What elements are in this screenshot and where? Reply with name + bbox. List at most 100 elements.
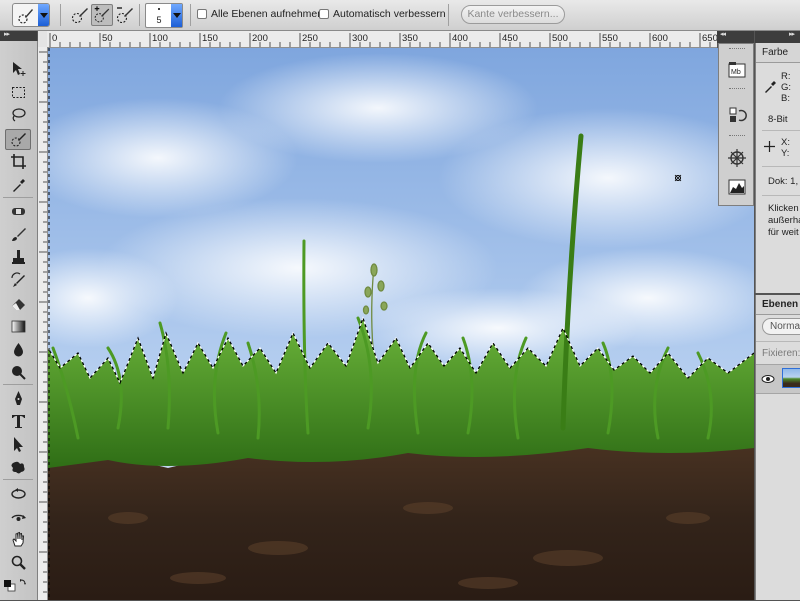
quick-selection-tool-button[interactable] <box>5 129 31 150</box>
color-swatch-icon <box>4 579 26 592</box>
vertical-ruler-ticks <box>39 51 47 593</box>
vertical-ruler <box>38 47 48 600</box>
auto-enhance-checkbox[interactable] <box>319 9 329 19</box>
new-selection-button[interactable] <box>69 4 91 26</box>
color-swatches[interactable] <box>3 576 33 598</box>
tool-preset-picker[interactable] <box>12 3 50 27</box>
subtract-from-selection-button[interactable] <box>114 4 136 26</box>
tab-layers[interactable]: Ebenen <box>756 295 800 315</box>
ruler-tick-label: 100 <box>152 33 168 44</box>
brush-size-picker[interactable]: 5 <box>145 3 183 28</box>
crop-tool-button[interactable] <box>5 151 31 172</box>
gradient-icon <box>11 320 25 333</box>
3d-orbit-icon <box>10 514 26 521</box>
sample-all-layers-checkbox[interactable] <box>197 9 207 19</box>
move-tool-button[interactable] <box>5 58 31 79</box>
brush-tip-preview <box>158 8 160 10</box>
crosshair-icon <box>764 141 775 152</box>
history-panel-button[interactable] <box>726 104 748 126</box>
divider <box>762 166 800 167</box>
document-size-label: Dok: 1, <box>768 176 799 187</box>
eraser-icon <box>11 299 25 310</box>
dock-grip[interactable] <box>729 135 745 138</box>
photo-grass-soil <box>48 48 754 600</box>
panel-collapse-bar[interactable]: ▸▸ <box>755 31 800 43</box>
dock-grip[interactable] <box>729 48 745 51</box>
minibridge-icon: Mb <box>728 62 746 78</box>
blur-tool-button[interactable] <box>5 339 31 360</box>
histogram-panel-button[interactable] <box>726 176 748 198</box>
brush-new-icon <box>71 8 88 24</box>
separator <box>60 4 61 26</box>
add-to-selection-button[interactable] <box>91 4 113 26</box>
lasso-icon <box>11 108 26 122</box>
horizontal-ruler: 0 50 100 150 200 250 300 350 400 450 500 550 600 650 <box>47 31 717 48</box>
brush-icon <box>11 228 26 241</box>
3d-rotate-tool-button[interactable] <box>5 483 31 504</box>
gradient-tool-button[interactable] <box>5 316 31 337</box>
chevron-down-icon <box>171 4 182 27</box>
ruler-ticks: 0 50 100 150 200 250 300 350 400 450 500 550 600 650 <box>49 33 717 47</box>
dodge-tool-button[interactable] <box>5 362 31 383</box>
document-canvas[interactable] <box>48 48 754 600</box>
sample-all-layers-option[interactable]: Alle Ebenen aufnehmen <box>197 8 323 20</box>
marquee-tool-button[interactable] <box>5 82 31 103</box>
spot-healing-tool-button[interactable] <box>5 201 31 222</box>
hand-tool-button[interactable] <box>5 529 31 550</box>
refine-edge-button[interactable]: Kante verbessern... <box>461 5 565 24</box>
double-chevron-icon: ◂◂ <box>720 31 726 38</box>
divider <box>762 195 800 196</box>
dock-grip[interactable] <box>729 88 745 91</box>
toolbar-collapse-bar[interactable]: ▸▸ <box>0 31 37 41</box>
brush-subtract-icon <box>116 7 133 24</box>
layer-thumbnail <box>782 368 800 388</box>
lasso-tool-button[interactable] <box>5 104 31 125</box>
divider <box>756 341 800 342</box>
ruler-tick-label: 400 <box>452 33 468 44</box>
sample-all-layers-label: Alle Ebenen aufnehmen <box>211 8 324 20</box>
history-icon <box>729 107 747 122</box>
auto-enhance-label: Automatisch verbessern <box>333 8 446 20</box>
eraser-tool-button[interactable] <box>5 293 31 314</box>
minibridge-panel-button[interactable]: Mb <box>726 59 748 81</box>
pen-tool-button[interactable] <box>5 388 31 409</box>
zoom-tool-button[interactable] <box>5 552 31 573</box>
path-selection-tool-button[interactable] <box>5 434 31 455</box>
type-tool-button[interactable] <box>5 411 31 432</box>
crop-icon <box>10 154 26 169</box>
type-icon <box>11 415 25 428</box>
ruler-tick-label: 450 <box>502 33 518 44</box>
chevron-down-icon <box>38 4 49 26</box>
drop-icon <box>13 343 23 357</box>
dodge-icon <box>11 366 26 380</box>
eyedropper-tool-button[interactable] <box>5 175 31 196</box>
3d-rotate-icon <box>10 488 26 499</box>
separator <box>139 4 140 26</box>
blend-mode-select[interactable]: Norma <box>762 318 800 335</box>
custom-shape-tool-button[interactable] <box>5 457 31 478</box>
eye-icon[interactable] <box>760 371 776 387</box>
histogram-icon <box>728 179 746 195</box>
3d-orbit-tool-button[interactable] <box>5 506 31 527</box>
ruler-tick-label: 250 <box>302 33 318 44</box>
lock-label: Fixieren: <box>762 348 800 359</box>
ruler-tick-label: 500 <box>552 33 568 44</box>
dock-collapse-bar[interactable]: ◂◂ <box>717 31 754 43</box>
info-panel: Farbe R: G: B: 8-Bit X: Y: Dok: 1, Klick… <box>755 43 800 293</box>
tab-color[interactable]: Farbe <box>756 43 800 63</box>
history-brush-tool-button[interactable] <box>5 270 31 291</box>
eyedropper-icon <box>765 81 776 93</box>
navigator-panel-button[interactable] <box>726 147 748 169</box>
brush-tool-button[interactable] <box>5 224 31 245</box>
zoom-icon <box>11 555 26 570</box>
panel-icon-dock: Mb <box>718 43 754 206</box>
shape-icon <box>11 461 25 474</box>
ruler-tick-label: 350 <box>402 33 418 44</box>
clone-stamp-tool-button[interactable] <box>5 247 31 268</box>
auto-enhance-option[interactable]: Automatisch verbessern <box>319 8 446 20</box>
eyedropper-icon <box>12 179 25 192</box>
info-r-label: R: <box>781 71 791 82</box>
ruler-tick-label: 150 <box>202 33 218 44</box>
layer-row-background[interactable] <box>756 364 800 394</box>
quick-selection-icon <box>18 9 33 24</box>
